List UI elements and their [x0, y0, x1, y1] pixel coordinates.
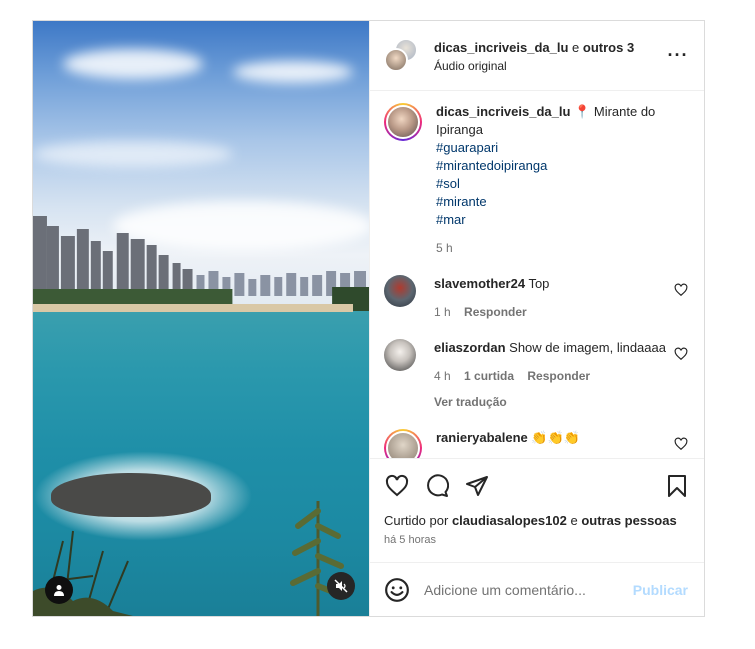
- liked-user-link[interactable]: claudiasalopes102: [452, 513, 567, 528]
- comment-item: slavemother24 Top 1 h Responder: [384, 275, 688, 321]
- post-sidebar: dicas_incriveis_da_lu e outros 3 Áudio o…: [369, 21, 704, 616]
- comment-username[interactable]: eliaszordan: [434, 340, 506, 355]
- user-tag-icon: [54, 585, 64, 596]
- post-header: dicas_incriveis_da_lu e outros 3 Áudio o…: [370, 21, 704, 91]
- hashtag-link[interactable]: #guarapari: [436, 139, 668, 157]
- liked-by: Curtido por claudiasalopes102 e outras p…: [384, 513, 690, 528]
- avatar[interactable]: [384, 339, 416, 371]
- comment-time: 1 h: [434, 305, 451, 319]
- add-comment-bar: Adicione um comentário... Publicar: [370, 562, 704, 616]
- avatar: [386, 431, 420, 458]
- heart-icon[interactable]: [674, 437, 688, 451]
- liked-prefix: Curtido por: [384, 513, 449, 528]
- comment-icon: [427, 474, 449, 497]
- more-options-button[interactable]: ···: [666, 44, 690, 68]
- likes-count-link[interactable]: 1 curtida: [464, 369, 514, 383]
- caption-username[interactable]: dicas_incriveis_da_lu: [436, 104, 570, 119]
- publish-button[interactable]: Publicar: [633, 582, 688, 598]
- comment-text: Show de imagem, lindaaaa: [509, 340, 666, 355]
- user-tag-button[interactable]: [45, 576, 73, 604]
- hashtag-link[interactable]: #mar: [436, 211, 668, 229]
- avatar[interactable]: [384, 275, 416, 307]
- story-ring[interactable]: [384, 103, 422, 141]
- comment-input[interactable]: Adicione um comentário...: [424, 582, 633, 598]
- hashtag-link[interactable]: #sol: [436, 175, 668, 193]
- post-dialog: dicas_incriveis_da_lu e outros 3 Áudio o…: [32, 20, 705, 617]
- collaborator-avatars[interactable]: [384, 37, 420, 74]
- rocks: [51, 473, 211, 517]
- post-video[interactable]: [33, 21, 369, 616]
- cloud: [233, 61, 353, 83]
- reply-button[interactable]: Responder: [464, 305, 527, 319]
- round-pushpin-emoji: 📍: [574, 104, 591, 119]
- comment-item: eliaszordan Show de imagem, lindaaaa 4 h…: [384, 339, 688, 411]
- comment-text: 👏👏👏: [531, 430, 580, 445]
- caption: dicas_incriveis_da_lu 📍 Mirante do Ipira…: [384, 103, 688, 257]
- story-ring[interactable]: [384, 429, 422, 458]
- cloud: [33, 141, 233, 167]
- more-horizontal-icon: ···: [667, 45, 689, 65]
- collaborators-link[interactable]: outros 3: [583, 40, 634, 55]
- like-button[interactable]: [384, 473, 410, 499]
- beach: [33, 304, 353, 312]
- save-button[interactable]: [664, 473, 690, 499]
- emoji-icon[interactable]: [384, 577, 410, 603]
- bookmark-icon: [668, 475, 686, 497]
- comment-button[interactable]: [424, 473, 450, 499]
- heart-icon[interactable]: [674, 283, 688, 297]
- post-author-line: dicas_incriveis_da_lu e outros 3: [434, 39, 666, 56]
- avatar: [384, 47, 408, 72]
- comment-time: 4 h: [434, 369, 451, 383]
- hashtag-link[interactable]: #mirantedoipiranga: [436, 157, 668, 175]
- post-timestamp[interactable]: há 5 horas: [384, 534, 690, 546]
- reply-button[interactable]: Responder: [527, 369, 590, 383]
- share-icon: [466, 476, 488, 496]
- author-joiner: e: [572, 39, 580, 55]
- liked-joiner: e: [570, 513, 578, 528]
- hashtag-link[interactable]: #mirante: [436, 193, 668, 211]
- author-username[interactable]: dicas_incriveis_da_lu: [434, 40, 568, 55]
- share-button[interactable]: [464, 473, 490, 499]
- comment-username[interactable]: ranieryabalene: [436, 430, 528, 445]
- audio-link[interactable]: Áudio original: [434, 59, 666, 73]
- post-actions: Curtido por claudiasalopes102 e outras p…: [370, 458, 704, 562]
- cloud: [63, 49, 203, 79]
- others-link[interactable]: outras pessoas: [581, 513, 676, 528]
- see-translation-link[interactable]: Ver tradução: [434, 393, 668, 411]
- heart-icon[interactable]: [674, 347, 688, 361]
- caption-time: 5 h: [436, 241, 453, 255]
- comment-username[interactable]: slavemother24: [434, 276, 525, 291]
- comments-list[interactable]: dicas_incriveis_da_lu 📍 Mirante do Ipira…: [370, 91, 704, 458]
- avatar: [386, 105, 420, 139]
- heart-icon: [385, 474, 409, 497]
- comment-item: ranieryabalene 👏👏👏: [384, 429, 688, 458]
- audio-muted-icon: [334, 579, 348, 593]
- mute-button[interactable]: [327, 572, 355, 600]
- comment-text: Top: [528, 276, 550, 291]
